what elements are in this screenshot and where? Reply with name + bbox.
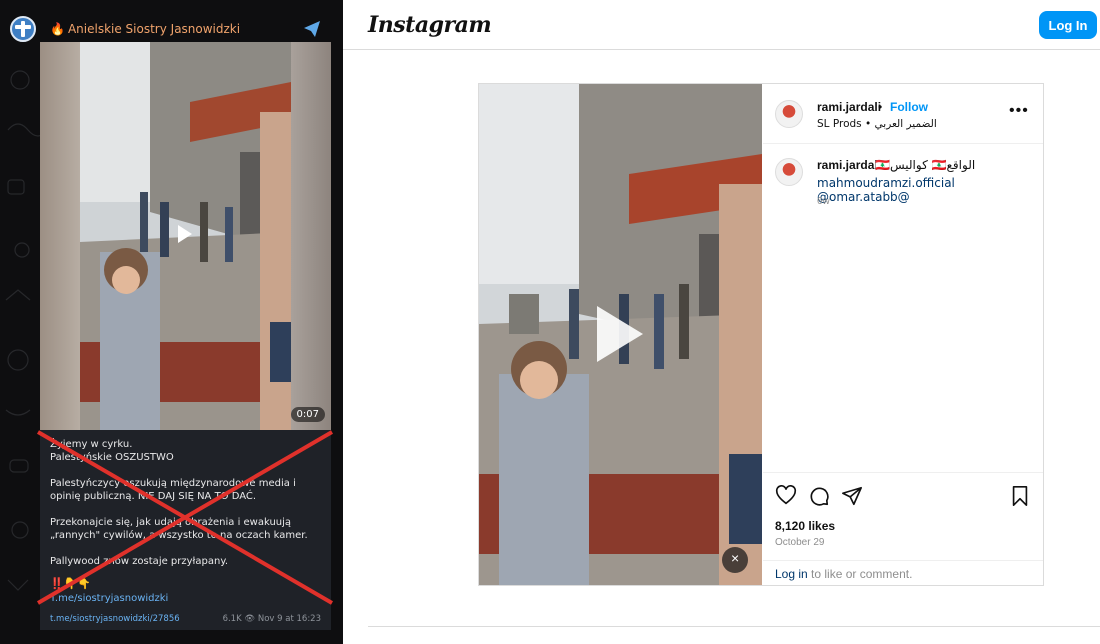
post-sidebar: rami.jardali • Follow SL Prods • الضمير … [763, 84, 1043, 585]
instagram-topbar: Instagram Log In [343, 0, 1100, 50]
login-link[interactable]: Log in [775, 567, 808, 581]
caption-username[interactable]: rami.jardali [817, 158, 881, 172]
bookmark-icon[interactable] [1009, 485, 1031, 507]
post-header: rami.jardali • Follow SL Prods • الضمير … [763, 84, 1043, 144]
message-meta: t.me/siostryjasnowidzki/27856 6.1K 👁 Nov… [50, 613, 321, 626]
heart-icon[interactable] [775, 485, 797, 507]
post-time: Nov 9 at 16:23 [257, 614, 321, 624]
instagram-post: rami.jardali • Follow SL Prods • الضمير … [478, 83, 1044, 586]
avatar[interactable] [775, 158, 803, 186]
message-paragraph: Pallywood znów zostaje przyłapany. [50, 556, 229, 567]
eye-icon: 👁 [244, 614, 256, 624]
play-icon[interactable] [178, 225, 192, 243]
username[interactable]: rami.jardali [817, 100, 881, 114]
channel-title[interactable]: 🔥 Anielskie Siostry Jasnowidzki [50, 22, 240, 36]
message-paragraph: Przekonajcie się, jak udają obrażenia i … [50, 517, 308, 541]
follow-button[interactable]: Follow [890, 100, 928, 114]
login-button[interactable]: Log In [1039, 11, 1097, 39]
message-line: Żyjemy w cyrku. [50, 439, 133, 450]
avatar[interactable] [775, 100, 803, 128]
message-line: Palestyńskie OSZUSTWO [50, 452, 174, 463]
comment-prompt-text: to like or comment. [807, 567, 913, 581]
mute-icon[interactable] [722, 547, 748, 573]
instagram-logo[interactable]: Instagram [368, 12, 492, 38]
share-icon[interactable] [303, 20, 321, 38]
channel-avatar[interactable] [10, 16, 36, 42]
divider [368, 626, 1100, 627]
post-video[interactable] [479, 84, 762, 585]
message-bubble: Żyjemy w cyrku. Palestyńskie OSZUSTWO Pa… [40, 430, 331, 630]
telegram-panel: 🔥 Anielskie Siostry Jasnowidzki 0:07 Żyj… [0, 0, 343, 644]
fire-icon: 🔥 [50, 22, 65, 36]
caption-text: 🇱🇧كواليس 🇱🇧الواقع [875, 158, 976, 172]
video-duration: 0:07 [290, 407, 325, 422]
video-player[interactable]: 0:07 [40, 42, 331, 430]
emoji-line: ‼️👇👇 [50, 577, 92, 590]
comment-icon[interactable] [808, 485, 830, 507]
message-stats: 6.1K 👁 Nov 9 at 16:23 [223, 613, 321, 626]
more-options-icon[interactable]: ••• [1009, 102, 1029, 120]
channel-header: 🔥 Anielskie Siostry Jasnowidzki [0, 10, 343, 46]
play-icon[interactable] [597, 306, 643, 362]
share-icon[interactable] [841, 485, 863, 507]
post-link[interactable]: t.me/siostryjasnowidzki/27856 [50, 614, 180, 624]
post-date: October 29 [775, 537, 825, 548]
video-blur-left [40, 42, 80, 430]
like-count[interactable]: 8,120 likes [775, 519, 835, 533]
caption-mentions[interactable]: mahmoudramzi.official @omar.atabb@ [817, 176, 1043, 204]
comment-prompt: Log in to like or comment. [763, 560, 1043, 585]
view-count: 6.1K [222, 614, 242, 624]
message-paragraph: Palestyńczycy oszukują międzynarodowe me… [50, 478, 296, 502]
post-caption: rami.jardali 🇱🇧كواليس 🇱🇧الواقع mahmoudra… [763, 144, 1043, 472]
channel-link[interactable]: T.me/siostryjasnowidzki [50, 592, 321, 605]
post-actions: 8,120 likes October 29 [763, 472, 1043, 552]
post-age: 6w [817, 196, 830, 207]
separator-dot: • [878, 100, 883, 114]
video-blur-right [291, 42, 331, 430]
post-subtitle: SL Prods • الضمير العربي [817, 118, 937, 130]
